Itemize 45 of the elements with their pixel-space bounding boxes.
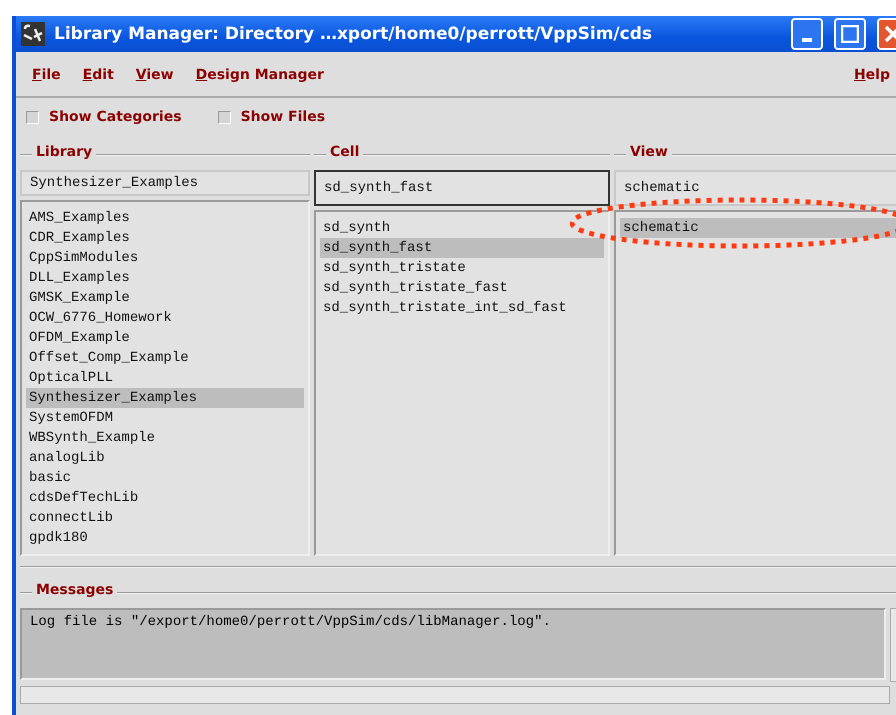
minimize-button[interactable] <box>791 18 823 50</box>
checkbox[interactable] <box>218 110 231 124</box>
list-item[interactable]: connectLib <box>26 508 304 528</box>
column-title: Library <box>32 144 96 160</box>
list-item[interactable]: sd_synth <box>320 218 604 238</box>
list-item[interactable]: GMSK_Example <box>26 288 304 308</box>
list-item[interactable]: AMS_Examples <box>26 208 304 228</box>
menu-item[interactable]: View <box>136 67 174 83</box>
menu-item[interactable]: Edit <box>82 67 114 83</box>
list-item[interactable]: OFDM_Example <box>26 328 304 348</box>
list-item[interactable]: WBSynth_Example <box>26 428 304 448</box>
input-field[interactable]: sd_synth_fast <box>314 170 610 206</box>
list-item[interactable]: sd_synth_tristate <box>320 258 604 278</box>
window-title: Library Manager: Directory …xport/home0/perrott/VppSim/cds <box>54 24 654 44</box>
section-title: Messages <box>32 582 118 598</box>
checkbox-label: Show Categories <box>49 109 182 125</box>
menu-item[interactable]: Help <box>854 67 890 83</box>
input-field[interactable]: Synthesizer_Examples <box>20 170 310 196</box>
checkbox-label: Show Files <box>240 109 326 125</box>
message-line: Log file is "/export/home0/perrott/VppSim/cds/libManager.log". <box>30 614 552 630</box>
list-item[interactable]: analogLib <box>26 448 304 468</box>
list-item[interactable]: gpdk180 <box>26 528 304 548</box>
list-item[interactable]: OCW_6776_Homework <box>26 308 304 328</box>
list-item[interactable]: Offset_Comp_Example <box>26 348 304 368</box>
list-item[interactable]: sd_synth_tristate_int_sd_fast <box>320 298 604 318</box>
menu-item[interactable]: Design Manager <box>196 67 324 83</box>
list-item[interactable]: cdsDefTechLib <box>26 488 304 508</box>
list-item[interactable]: DLL_Examples <box>26 268 304 288</box>
list-item[interactable]: sd_synth_fast <box>320 238 604 258</box>
minimize-icon <box>802 38 812 42</box>
maximize-button[interactable] <box>834 18 866 50</box>
list-item[interactable]: Synthesizer_Examples <box>26 388 304 408</box>
input-field[interactable]: schematic <box>614 170 896 206</box>
checkbox[interactable] <box>26 110 39 124</box>
list-item[interactable]: schematic <box>620 218 896 238</box>
app-icon <box>20 21 46 47</box>
horizontal-scrollbar[interactable] <box>20 686 890 704</box>
list-item[interactable]: sd_synth_tristate_fast <box>320 278 604 298</box>
list-item[interactable]: CppSimModules <box>26 248 304 268</box>
maximize-icon <box>841 25 859 43</box>
list-item[interactable]: CDR_Examples <box>26 228 304 248</box>
list-item[interactable]: SystemOFDM <box>26 408 304 428</box>
list-item[interactable]: basic <box>26 468 304 488</box>
list-item[interactable]: OpticalPLL <box>26 368 304 388</box>
menu-item[interactable]: File <box>32 67 61 83</box>
